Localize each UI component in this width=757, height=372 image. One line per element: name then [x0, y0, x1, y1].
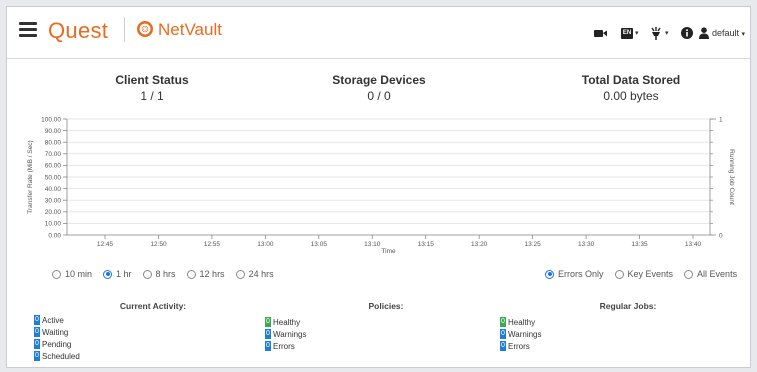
count-badge: 0 — [34, 351, 40, 361]
current-activity-title: Current Activity: — [119, 301, 187, 311]
radio-button-icon[interactable] — [186, 269, 196, 279]
event-filter-option-label: Key Events — [627, 269, 674, 279]
policy-item-label: Errors — [273, 341, 295, 351]
activity-item[interactable]: 0 Scheduled — [34, 350, 80, 362]
event-filter-option[interactable]: Errors Only — [545, 269, 604, 279]
regular-job-item[interactable]: 0 Warnings — [500, 328, 542, 340]
y-tick-label: 100.00 — [41, 116, 61, 123]
count-badge: 0 — [500, 341, 506, 351]
time-range-option[interactable]: 12 hrs — [186, 269, 225, 279]
event-filter-option-label: All Events — [697, 269, 738, 279]
regular-job-item-label: Healthy — [508, 317, 536, 327]
count-badge: 0 — [500, 317, 506, 327]
time-range-selector: 10 min 1 hr 8 hrs 12 hrs 24 hrs — [52, 269, 285, 281]
radio-button-icon[interactable] — [142, 269, 152, 279]
time-range-option-label: 12 hrs — [199, 269, 225, 279]
radio-button-icon[interactable] — [235, 269, 245, 279]
y-axis-title: Transfer Rate (MiB / Sec) — [27, 140, 34, 213]
y-tick-label: 50.00 — [45, 174, 62, 181]
time-range-option[interactable]: 8 hrs — [142, 269, 176, 279]
policy-item-label: Healthy — [273, 317, 301, 327]
radio-button-icon[interactable] — [52, 269, 61, 279]
x-tick-label: 13:25 — [524, 241, 541, 248]
y2-tick-label: 0 — [719, 232, 723, 239]
x-tick-label: 12:45 — [97, 241, 114, 248]
radio-button-icon[interactable] — [614, 269, 624, 279]
x-tick-label: 13:00 — [257, 241, 274, 248]
y-tick-label: 30.00 — [45, 198, 62, 205]
x-tick-label: 12:55 — [204, 241, 221, 248]
time-range-option[interactable]: 24 hrs — [235, 269, 274, 279]
x-tick-label: 13:10 — [364, 241, 381, 248]
transfer-rate-chart: 100.0090.0080.0070.0060.0050.0040.0030.0… — [27, 116, 735, 255]
x-tick-label: 12:50 — [150, 241, 167, 248]
app-frame: Quest NetVault EN ▾ ▾ default ▾ Client S… — [6, 6, 751, 368]
activity-item-label: Pending — [42, 339, 72, 349]
y-tick-label: 40.00 — [45, 186, 62, 193]
x-axis-title: Time — [381, 248, 396, 255]
regular-job-item-label: Warnings — [508, 329, 542, 339]
x-tick-label: 13:40 — [685, 241, 702, 248]
policy-item-label: Warnings — [273, 329, 307, 339]
y-tick-label: 0.00 — [48, 232, 61, 239]
regular-job-item[interactable]: 0 Healthy — [500, 316, 542, 328]
count-badge: 0 — [34, 339, 40, 349]
activity-item[interactable]: 0 Active — [34, 314, 80, 326]
event-filter-option-label: Errors Only — [558, 269, 604, 279]
policies-title: Policies: — [368, 301, 404, 311]
y2-axis-title: Running Job Count — [728, 149, 735, 205]
policy-item[interactable]: 0 Healthy — [265, 316, 307, 328]
event-filter-selector: Errors Only Key Events All Events — [545, 269, 748, 281]
event-filter-option[interactable]: All Events — [684, 269, 737, 279]
x-tick-label: 13:05 — [311, 241, 328, 248]
y2-tick-label: 1 — [719, 116, 723, 123]
activity-item-label: Active — [42, 315, 64, 325]
policies-list: 0 Healthy 0 Warnings 0 Errors — [265, 316, 307, 352]
y-tick-label: 80.00 — [45, 140, 62, 147]
activity-item[interactable]: 0 Waiting — [34, 326, 80, 338]
count-badge: 0 — [265, 329, 271, 339]
y-tick-label: 10.00 — [45, 221, 62, 228]
time-range-option-label: 8 hrs — [155, 269, 176, 279]
x-tick-label: 13:35 — [631, 241, 648, 248]
time-range-option-label: 1 hr — [116, 269, 132, 279]
time-range-option-label: 24 hrs — [248, 269, 274, 279]
count-badge: 0 — [500, 329, 506, 339]
y-tick-label: 20.00 — [45, 209, 62, 216]
radio-button-icon[interactable] — [684, 269, 694, 279]
time-range-option[interactable]: 1 hr — [103, 269, 132, 279]
policy-item[interactable]: 0 Errors — [265, 340, 307, 352]
radio-button-icon[interactable] — [545, 269, 554, 279]
event-filter-option[interactable]: Key Events — [614, 269, 674, 279]
activity-item[interactable]: 0 Pending — [34, 338, 80, 350]
y-tick-label: 60.00 — [45, 163, 62, 170]
y-tick-label: 70.00 — [45, 151, 62, 158]
time-range-option[interactable]: 10 min — [52, 269, 92, 279]
x-tick-label: 13:15 — [418, 241, 435, 248]
activity-item-label: Waiting — [42, 327, 69, 337]
x-tick-label: 13:20 — [471, 241, 488, 248]
x-tick-label: 13:30 — [578, 241, 595, 248]
regular-job-item[interactable]: 0 Errors — [500, 340, 542, 352]
count-badge: 0 — [34, 327, 40, 337]
regular-jobs-title: Regular Jobs: — [599, 301, 657, 311]
time-range-option-label: 10 min — [65, 269, 93, 279]
count-badge: 0 — [265, 317, 271, 327]
regular-jobs-list: 0 Healthy 0 Warnings 0 Errors — [500, 316, 542, 352]
current-activity-list: 0 Active 0 Waiting 0 Pending 0 Scheduled — [34, 314, 80, 362]
count-badge: 0 — [265, 341, 271, 351]
count-badge: 0 — [34, 315, 40, 325]
y-tick-label: 90.00 — [45, 128, 62, 135]
policy-item[interactable]: 0 Warnings — [265, 328, 307, 340]
regular-job-item-label: Errors — [508, 341, 530, 351]
radio-button-icon[interactable] — [103, 269, 113, 279]
activity-item-label: Scheduled — [42, 351, 80, 361]
